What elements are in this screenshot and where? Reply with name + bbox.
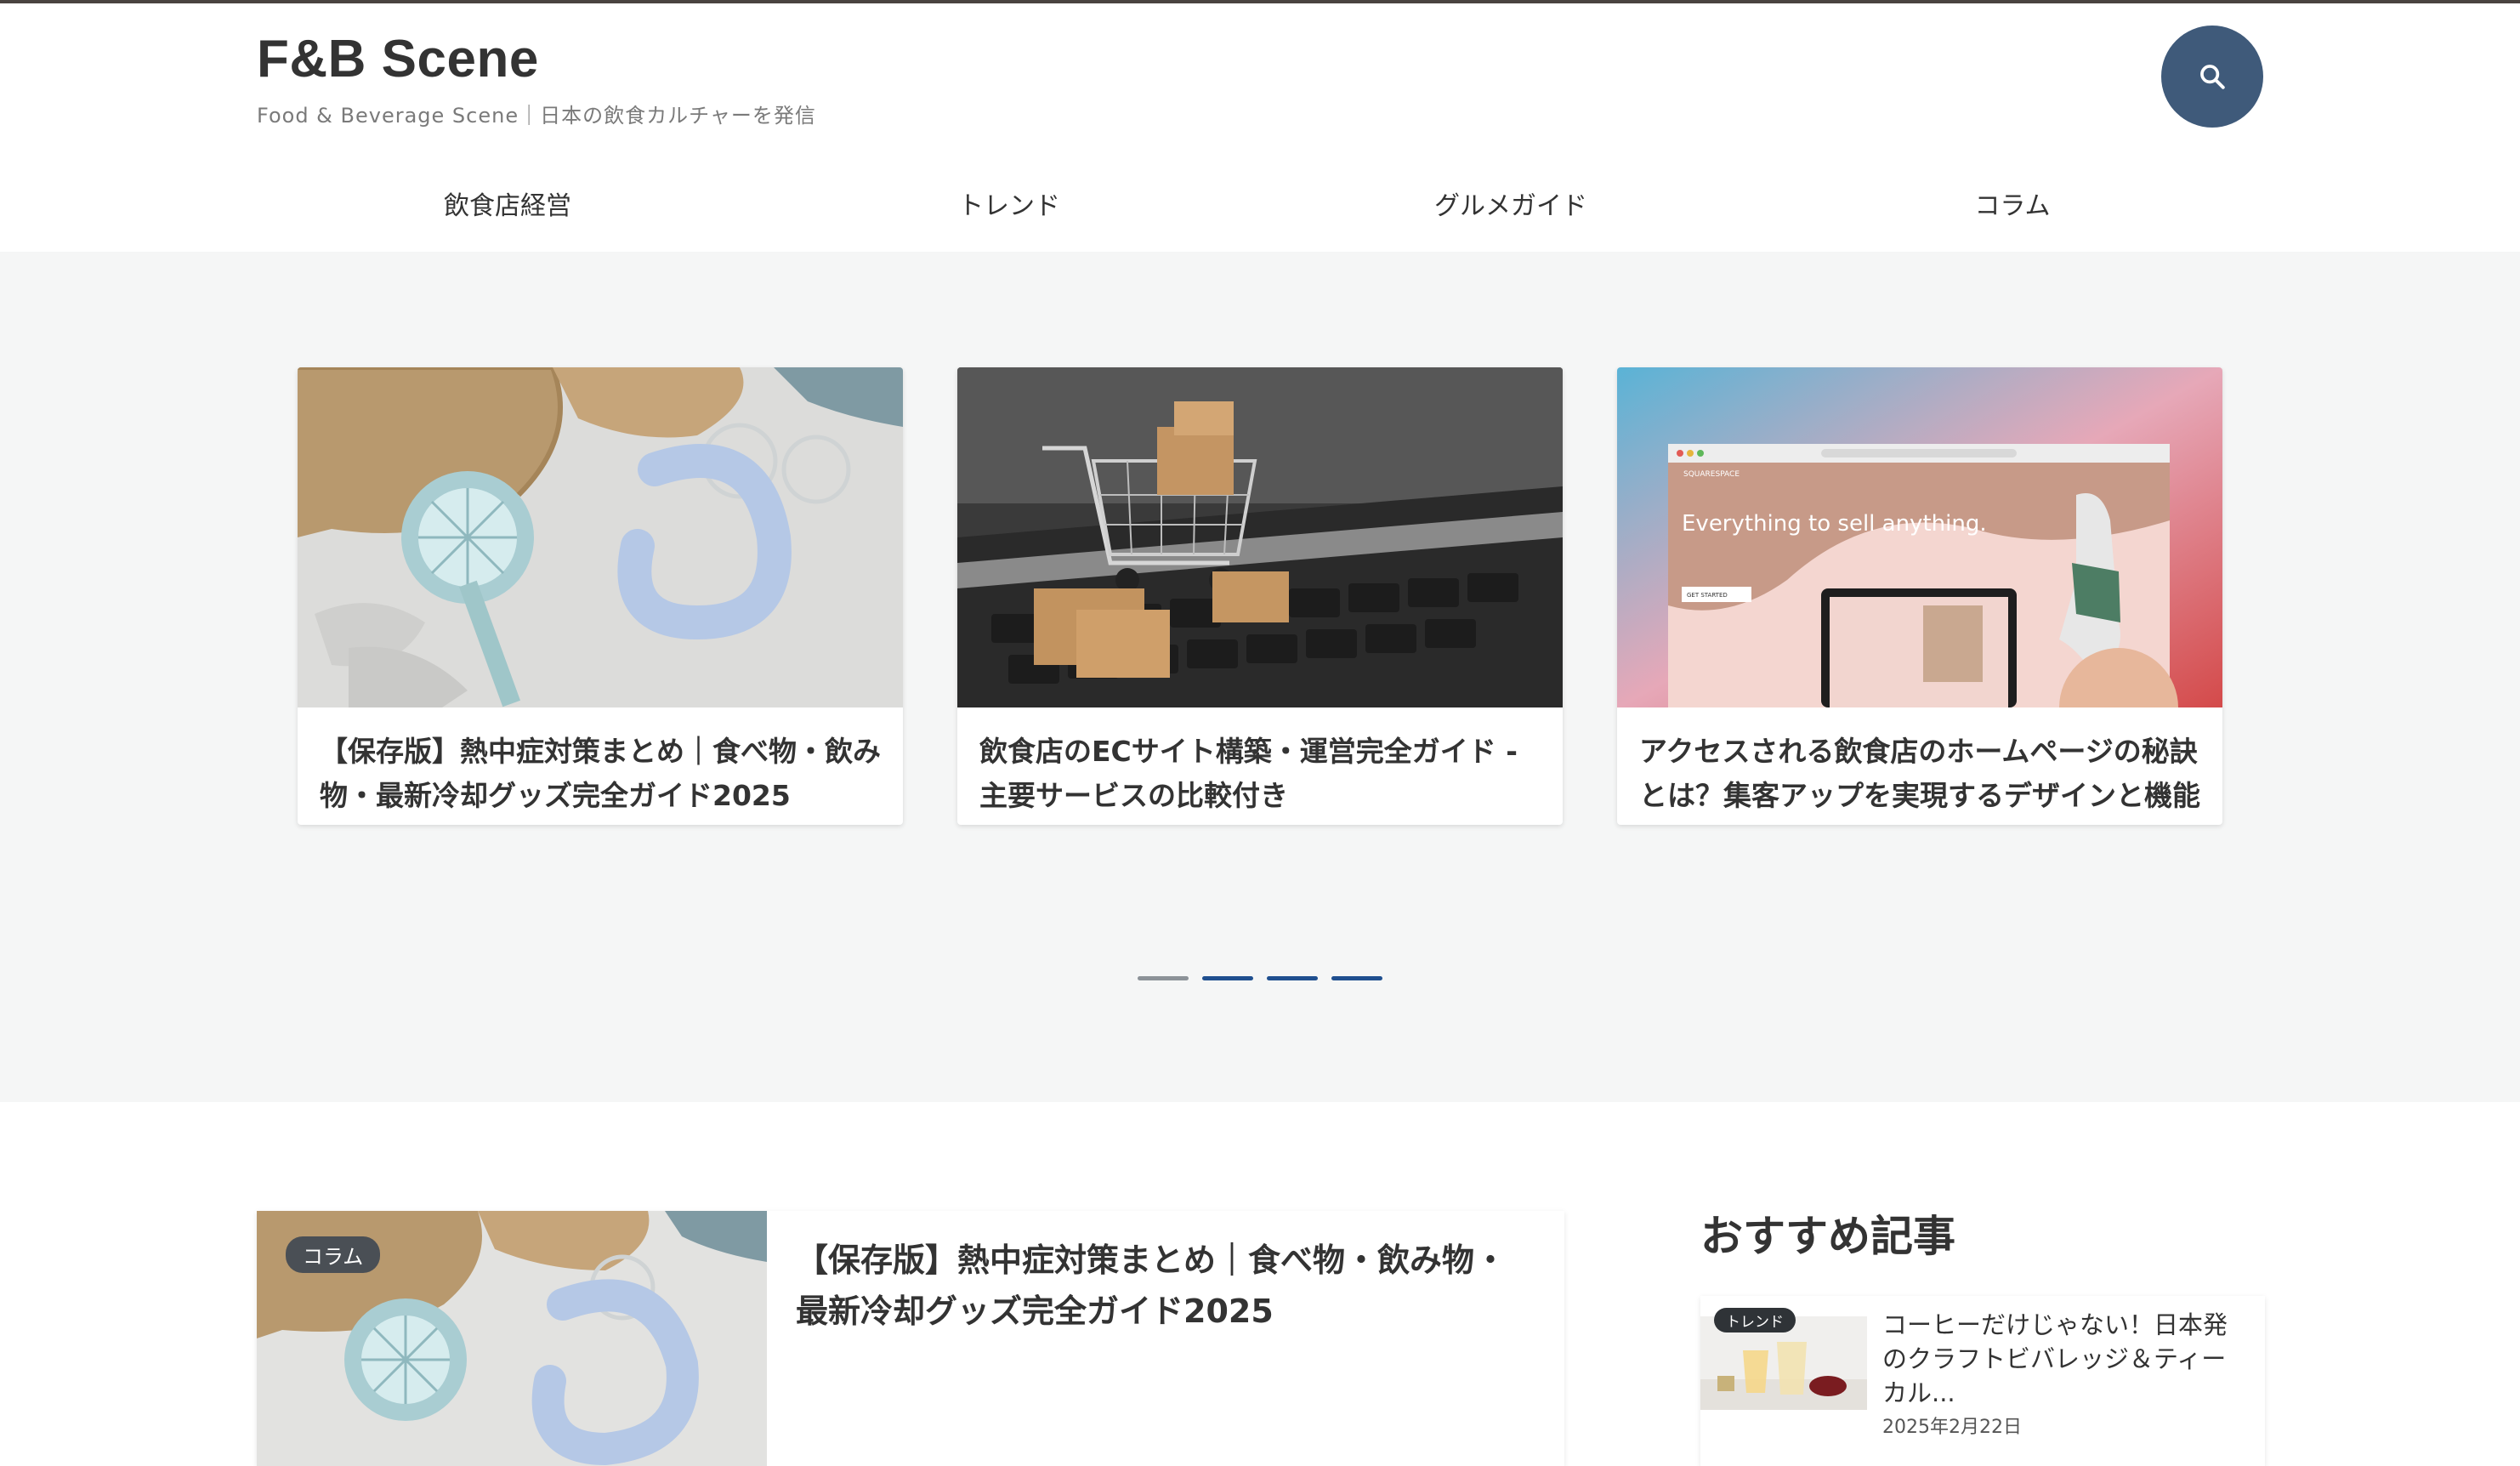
carousel-card-heatstroke[interactable]: 【保存版】熱中症対策まとめ｜食べ物・飲み物・最新冷却グッズ完全ガイド2025 bbox=[298, 367, 903, 825]
pagination-dot-1[interactable] bbox=[1138, 976, 1189, 980]
site-title[interactable]: F&B Scene bbox=[257, 26, 816, 94]
main-content: コラム 【保存版】熱中症対策まとめ｜食べ物・飲み物・最新冷却グッズ完全ガイド20… bbox=[0, 1102, 2520, 1466]
sidebar-heading: おすすめ記事 bbox=[1700, 1212, 1955, 1261]
card-thumbnail-cooling-goods bbox=[298, 367, 903, 707]
featured-article[interactable]: コラム 【保存版】熱中症対策まとめ｜食べ物・飲み物・最新冷却グッズ完全ガイド20… bbox=[257, 1211, 1564, 1466]
carousel-card-ec-site[interactable]: 飲食店のECサイト構築・運営完全ガイド - 主要サービスの比較付き bbox=[957, 367, 1563, 825]
recommended-date: 2025年2月22日 bbox=[1882, 1417, 2022, 1438]
site-header: F&B Scene Food & Beverage Scene｜日本の飲食カルチ… bbox=[0, 3, 2520, 252]
card-thumbnail-website-builder: SQUARESPACE Everything to sell anything.… bbox=[1617, 367, 2222, 707]
nav-item-column[interactable]: コラム bbox=[1762, 185, 2263, 222]
screenshot-cta: GET STARTED bbox=[1687, 592, 1728, 599]
card-title[interactable]: アクセスされる飲食店のホームページの秘訣とは？集客アップを実現するデザインと機能 bbox=[1617, 707, 2222, 818]
screenshot-brand: SQUARESPACE bbox=[1683, 470, 1740, 479]
main-nav: 飲食店経営 トレンド グルメガイド コラム bbox=[257, 173, 2263, 233]
category-badge[interactable]: コラム bbox=[286, 1236, 381, 1273]
category-badge[interactable]: トレンド bbox=[1714, 1308, 1796, 1332]
carousel-card-homepage[interactable]: SQUARESPACE Everything to sell anything.… bbox=[1617, 367, 2222, 825]
nav-item-management[interactable]: 飲食店経営 bbox=[257, 185, 758, 222]
hero-carousel: 【保存版】熱中症対策まとめ｜食べ物・飲み物・最新冷却グッズ完全ガイド2025 飲… bbox=[0, 252, 2520, 1102]
recommended-title[interactable]: コーヒーだけじゃない！日本発のクラフトビバレッジ＆ティーカル... bbox=[1882, 1308, 2248, 1410]
pagination-dot-4[interactable] bbox=[1331, 976, 1382, 980]
pagination-dot-3[interactable] bbox=[1267, 976, 1318, 980]
search-button[interactable] bbox=[2161, 26, 2263, 128]
nav-item-trend[interactable]: トレンド bbox=[758, 185, 1260, 222]
card-thumbnail-shopping-cart bbox=[957, 367, 1563, 707]
featured-title[interactable]: 【保存版】熱中症対策まとめ｜食べ物・飲み物・最新冷却グッズ完全ガイド2025 bbox=[796, 1235, 1527, 1337]
card-title[interactable]: 飲食店のECサイト構築・運営完全ガイド - 主要サービスの比較付き bbox=[957, 707, 1563, 818]
search-icon bbox=[2200, 65, 2225, 89]
card-title[interactable]: 【保存版】熱中症対策まとめ｜食べ物・飲み物・最新冷却グッズ完全ガイド2025 bbox=[298, 707, 903, 818]
pagination-dot-2[interactable] bbox=[1202, 976, 1253, 980]
brand: F&B Scene Food & Beverage Scene｜日本の飲食カルチ… bbox=[257, 26, 816, 128]
screenshot-headline: Everything to sell anything. bbox=[1682, 511, 1987, 537]
recommended-article[interactable]: トレンド コーヒーだけじゃない！日本発のクラフトビバレッジ＆ティーカル... 2… bbox=[1700, 1296, 2265, 1466]
site-tagline: Food & Beverage Scene｜日本の飲食カルチャーを発信 bbox=[257, 104, 816, 128]
carousel-pagination bbox=[1138, 976, 1382, 980]
nav-item-gourmet-guide[interactable]: グルメガイド bbox=[1260, 185, 1762, 222]
